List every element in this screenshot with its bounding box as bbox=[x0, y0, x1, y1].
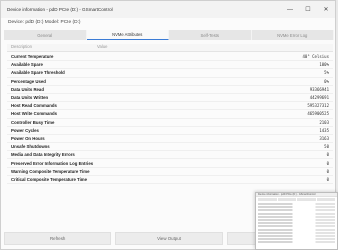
row-value: 0 bbox=[326, 152, 329, 158]
table-row[interactable]: Unsafe Shutdowns 50 bbox=[7, 143, 333, 152]
row-value: 595327312 bbox=[307, 103, 329, 109]
row-label: Power On Hours bbox=[11, 135, 45, 141]
row-label: Critical Composite Temperature Time bbox=[11, 176, 88, 182]
table-row[interactable]: Power Cycles 1435 bbox=[7, 127, 333, 135]
table-row[interactable]: Preserved Error Information Log Entries 0 bbox=[7, 159, 333, 168]
table-row[interactable]: Warning Composite Temperature Time 0 bbox=[7, 168, 333, 176]
row-label: Power Cycles bbox=[11, 127, 39, 133]
close-button[interactable]: ✕ bbox=[317, 1, 335, 18]
table-row[interactable]: Host Write Commands 465900525 bbox=[7, 110, 333, 119]
thumbnail-title: Device information - pdD PCIe (D:) - GSm… bbox=[256, 193, 337, 197]
row-label: Data Units Read bbox=[11, 86, 44, 92]
table-row[interactable]: Controller Busy Time 2103 bbox=[7, 119, 333, 127]
refresh-button[interactable]: Refresh bbox=[4, 232, 112, 245]
table-row[interactable]: Critical Composite Temperature Time 0 bbox=[7, 176, 333, 184]
row-label: Warning Composite Temperature Time bbox=[11, 168, 90, 174]
row-label: Percentage Used bbox=[11, 78, 46, 84]
tab-bar: General NVMe Attributes Self-Tests NVMe … bbox=[4, 30, 334, 40]
table-row[interactable]: Percentage Used 0% bbox=[7, 78, 333, 86]
table-row[interactable]: Data Units Read 93366941 bbox=[7, 86, 333, 94]
window-thumbnail-preview[interactable]: Device information - pdD PCIe (D:) - GSm… bbox=[255, 192, 338, 250]
row-label: Data Units Written bbox=[11, 95, 49, 101]
table-row[interactable]: Available Spare 100% bbox=[7, 61, 333, 70]
row-value: 50 bbox=[324, 144, 329, 150]
tab-nvme-error-log[interactable]: NVMe Error Log bbox=[252, 30, 334, 40]
row-label: Host Write Commands bbox=[11, 111, 57, 117]
row-label: Media and Data Integrity Errors bbox=[11, 152, 75, 158]
row-value: 1435 bbox=[319, 127, 329, 133]
row-value: 40° Celsius bbox=[302, 54, 330, 60]
row-label: Controller Busy Time bbox=[11, 119, 55, 125]
row-value: 93366941 bbox=[309, 86, 329, 92]
window-title: Device information - pdD PCIe (D:) - GSm… bbox=[7, 7, 113, 12]
row-value: 5% bbox=[324, 70, 329, 76]
row-label: Current Temperature bbox=[11, 54, 54, 60]
tab-general[interactable]: General bbox=[4, 30, 87, 40]
table-row[interactable]: Data Units Written 44299691 bbox=[7, 94, 333, 103]
attributes-table-header: Description Value bbox=[7, 44, 333, 52]
table-row[interactable]: Power On Hours 3163 bbox=[7, 135, 333, 144]
row-value: 465900525 bbox=[307, 111, 329, 117]
table-row[interactable]: Media and Data Integrity Errors 0 bbox=[7, 151, 333, 160]
row-value: 100% bbox=[319, 62, 329, 68]
row-value: 3163 bbox=[319, 135, 329, 141]
column-header-value[interactable]: Value bbox=[97, 44, 333, 51]
title-bar[interactable]: Device information - pdD PCIe (D:) - GSm… bbox=[1, 1, 335, 18]
tab-nvme-attributes[interactable]: NVMe Attributes bbox=[86, 30, 169, 40]
view-output-button[interactable]: View Output bbox=[115, 232, 223, 245]
row-value: 2103 bbox=[319, 119, 329, 125]
row-value: 0 bbox=[326, 160, 329, 166]
row-value: 44299691 bbox=[309, 95, 329, 101]
table-row[interactable]: Available Spare Threshold 5% bbox=[7, 69, 333, 78]
thumbnail-content bbox=[256, 202, 337, 245]
table-row[interactable]: Host Read Commands 595327312 bbox=[7, 102, 333, 111]
row-label: Preserved Error Information Log Entries bbox=[11, 160, 94, 166]
maximize-button[interactable]: ☐ bbox=[299, 1, 317, 18]
row-label: Unsafe Shutdowns bbox=[11, 144, 50, 150]
column-header-description[interactable]: Description bbox=[7, 44, 97, 51]
attributes-table: Current Temperature 40° Celsius Available… bbox=[7, 53, 333, 184]
minimize-button[interactable]: — bbox=[281, 1, 299, 18]
row-label: Host Read Commands bbox=[11, 103, 57, 109]
tab-self-tests[interactable]: Self-Tests bbox=[169, 30, 252, 40]
table-row[interactable]: Current Temperature 40° Celsius bbox=[7, 53, 333, 62]
row-value: 0 bbox=[326, 168, 329, 174]
row-value: 0% bbox=[324, 78, 329, 84]
row-value: 0 bbox=[326, 176, 329, 182]
thumbnail-tabs bbox=[258, 198, 335, 201]
row-label: Available Spare bbox=[11, 62, 43, 68]
device-label: Device: pdD (D:) Model: PCIe (D:) bbox=[8, 20, 81, 25]
row-label: Available Spare Threshold bbox=[11, 70, 65, 76]
